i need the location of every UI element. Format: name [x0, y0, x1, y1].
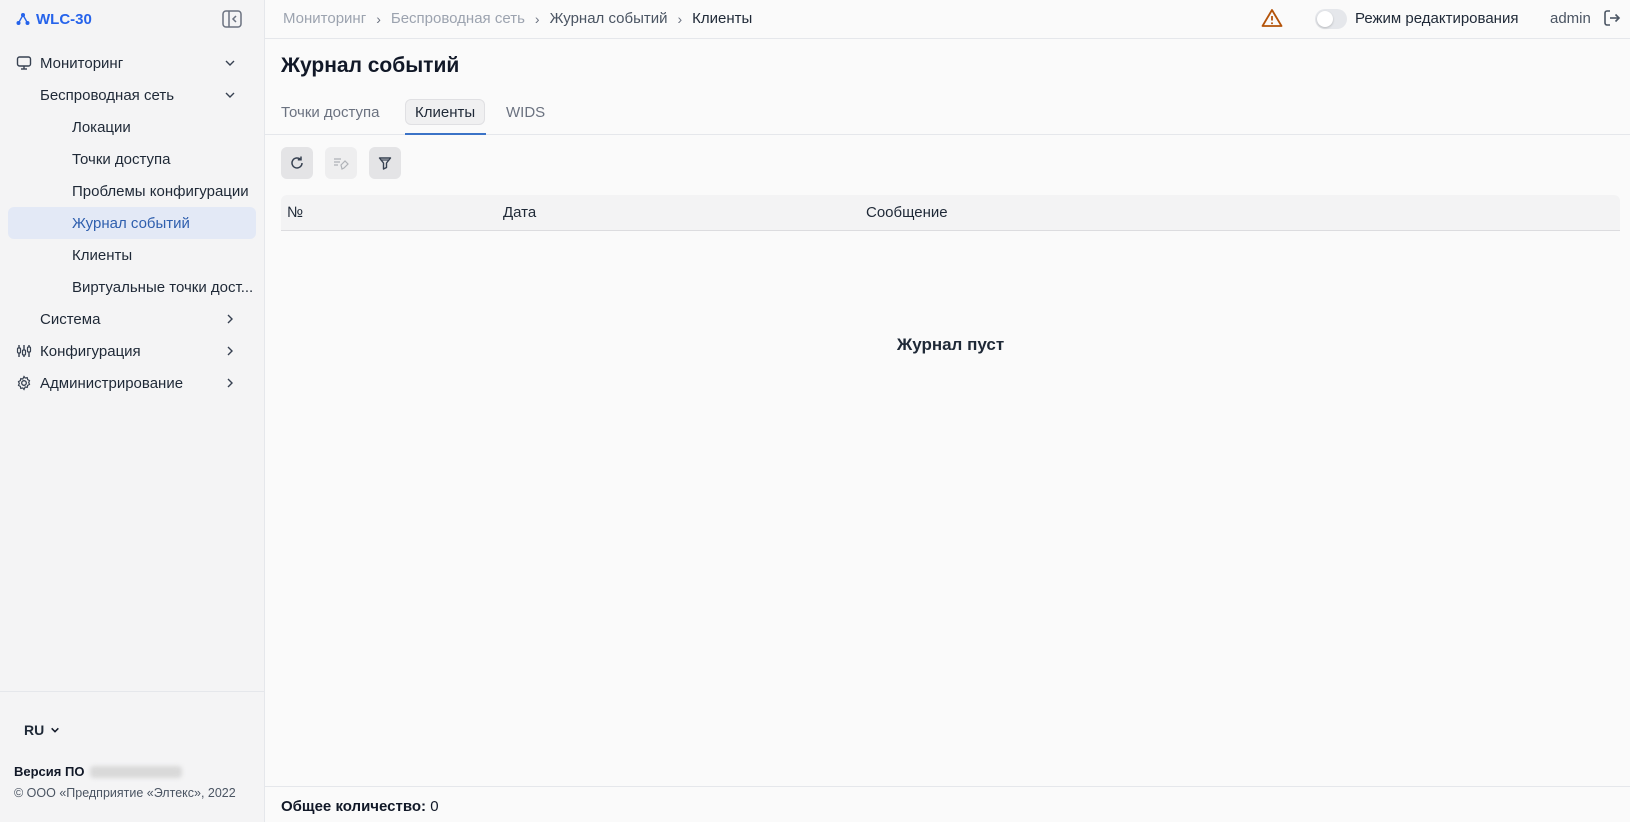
sidebar-item-label: Журнал событий: [72, 214, 190, 232]
chevron-down-icon: [225, 60, 235, 66]
sidebar-item-wireless[interactable]: Беспроводная сеть: [0, 79, 265, 111]
clear-list-icon: [334, 158, 349, 170]
clear-log-button[interactable]: [325, 147, 357, 179]
breadcrumb-item[interactable]: Журнал событий: [550, 10, 668, 27]
version-value-redacted: [90, 765, 183, 778]
network-logo-icon: [16, 13, 30, 25]
sidebar-item-label: Конфигурация: [40, 342, 141, 360]
toggle-knob: [1317, 11, 1333, 27]
tab-wids[interactable]: WIDS: [506, 99, 545, 125]
chevron-right-icon: [227, 346, 233, 356]
sidebar-item-event-log[interactable]: Журнал событий: [8, 207, 256, 239]
logout-icon[interactable]: [1602, 8, 1622, 28]
table-header: № Дата Сообщение: [281, 195, 1620, 231]
sidebar-item-label: Точки доступа: [72, 150, 171, 168]
sidebar-item-label: Проблемы конфигурации: [72, 182, 249, 200]
active-tab-indicator: [405, 133, 486, 135]
breadcrumb-item[interactable]: Мониторинг: [283, 10, 366, 27]
sidebar-item-label: Система: [40, 310, 101, 328]
chevron-down-icon: [225, 92, 235, 98]
column-header-number[interactable]: №: [287, 204, 303, 221]
table-footer: Общее количество: 0: [265, 786, 1630, 822]
page-title: Журнал событий: [281, 54, 460, 77]
empty-state-text: Журнал пуст: [896, 335, 1005, 354]
edit-mode-label: Режим редактирования: [1355, 10, 1519, 27]
chevron-right-icon: [227, 314, 233, 324]
total-count-label: Общее количество:: [281, 798, 427, 815]
sidebar-item-locations[interactable]: Локации: [0, 111, 265, 143]
total-count: Общее количество: 0: [281, 798, 439, 815]
chevron-right-icon: ›: [376, 10, 381, 27]
warning-icon[interactable]: [1261, 8, 1283, 28]
top-bar: Мониторинг › Беспроводная сеть › Журнал …: [265, 0, 1630, 39]
app-title: WLC-30: [36, 10, 92, 28]
sliders-icon: [16, 345, 32, 357]
chevron-right-icon: [227, 378, 233, 388]
version-label: Версия ПО: [14, 764, 85, 779]
user-name[interactable]: admin: [1550, 10, 1591, 27]
tab-access-points[interactable]: Точки доступа: [281, 99, 380, 125]
total-count-value: 0: [430, 798, 439, 815]
refresh-button[interactable]: [281, 147, 313, 179]
breadcrumb-current: Клиенты: [692, 10, 753, 27]
sidebar: WLC-30 Мониторинг Беспроводная сеть Лока…: [0, 0, 265, 822]
gear-icon: [17, 375, 31, 391]
sidebar-item-label: Мониторинг: [40, 54, 124, 72]
breadcrumb: Мониторинг › Беспроводная сеть › Журнал …: [283, 10, 752, 27]
sidebar-item-administration[interactable]: Администрирование: [0, 367, 265, 399]
copyright: © ООО «Предприятие «Элтекс», 2022: [14, 786, 236, 800]
refresh-icon: [291, 156, 303, 169]
sidebar-item-config-problems[interactable]: Проблемы конфигурации: [0, 175, 265, 207]
language-select[interactable]: RU: [24, 722, 60, 738]
tab-clients[interactable]: Клиенты: [405, 99, 486, 125]
app-brand[interactable]: WLC-30: [16, 8, 92, 30]
sidebar-item-system[interactable]: Система: [0, 303, 265, 335]
filter-button[interactable]: [369, 147, 401, 179]
sidebar-item-configuration[interactable]: Конфигурация: [0, 335, 265, 367]
sidebar-item-monitoring[interactable]: Мониторинг: [0, 47, 265, 79]
sidebar-item-access-points[interactable]: Точки доступа: [0, 143, 265, 175]
edit-mode-toggle[interactable]: [1315, 9, 1347, 29]
tab-bar: Точки доступа Клиенты WIDS: [265, 95, 1630, 135]
language-value: RU: [24, 722, 45, 738]
chevron-right-icon: ›: [534, 10, 540, 27]
sidebar-item-label: Локации: [72, 118, 131, 136]
chevron-right-icon: ›: [677, 10, 683, 27]
sidebar-item-label: Виртуальные точки дост...: [72, 278, 254, 296]
sidebar-item-label: Клиенты: [72, 246, 133, 264]
column-header-message[interactable]: Сообщение: [866, 204, 948, 221]
sidebar-item-virtual-aps[interactable]: Виртуальные точки дост...: [0, 271, 265, 303]
chevron-down-icon: [51, 727, 60, 733]
sidebar-item-label: Администрирование: [40, 374, 184, 392]
sidebar-item-label: Беспроводная сеть: [40, 86, 175, 104]
sidebar-divider: [0, 691, 265, 692]
monitor-icon: [16, 56, 32, 70]
sidebar-item-clients[interactable]: Клиенты: [0, 239, 265, 271]
software-version: Версия ПО: [14, 764, 183, 779]
breadcrumb-item[interactable]: Беспроводная сеть: [391, 10, 525, 27]
filter-icon: [378, 157, 392, 170]
column-header-date[interactable]: Дата: [503, 204, 536, 221]
collapse-sidebar-icon[interactable]: [222, 10, 242, 28]
